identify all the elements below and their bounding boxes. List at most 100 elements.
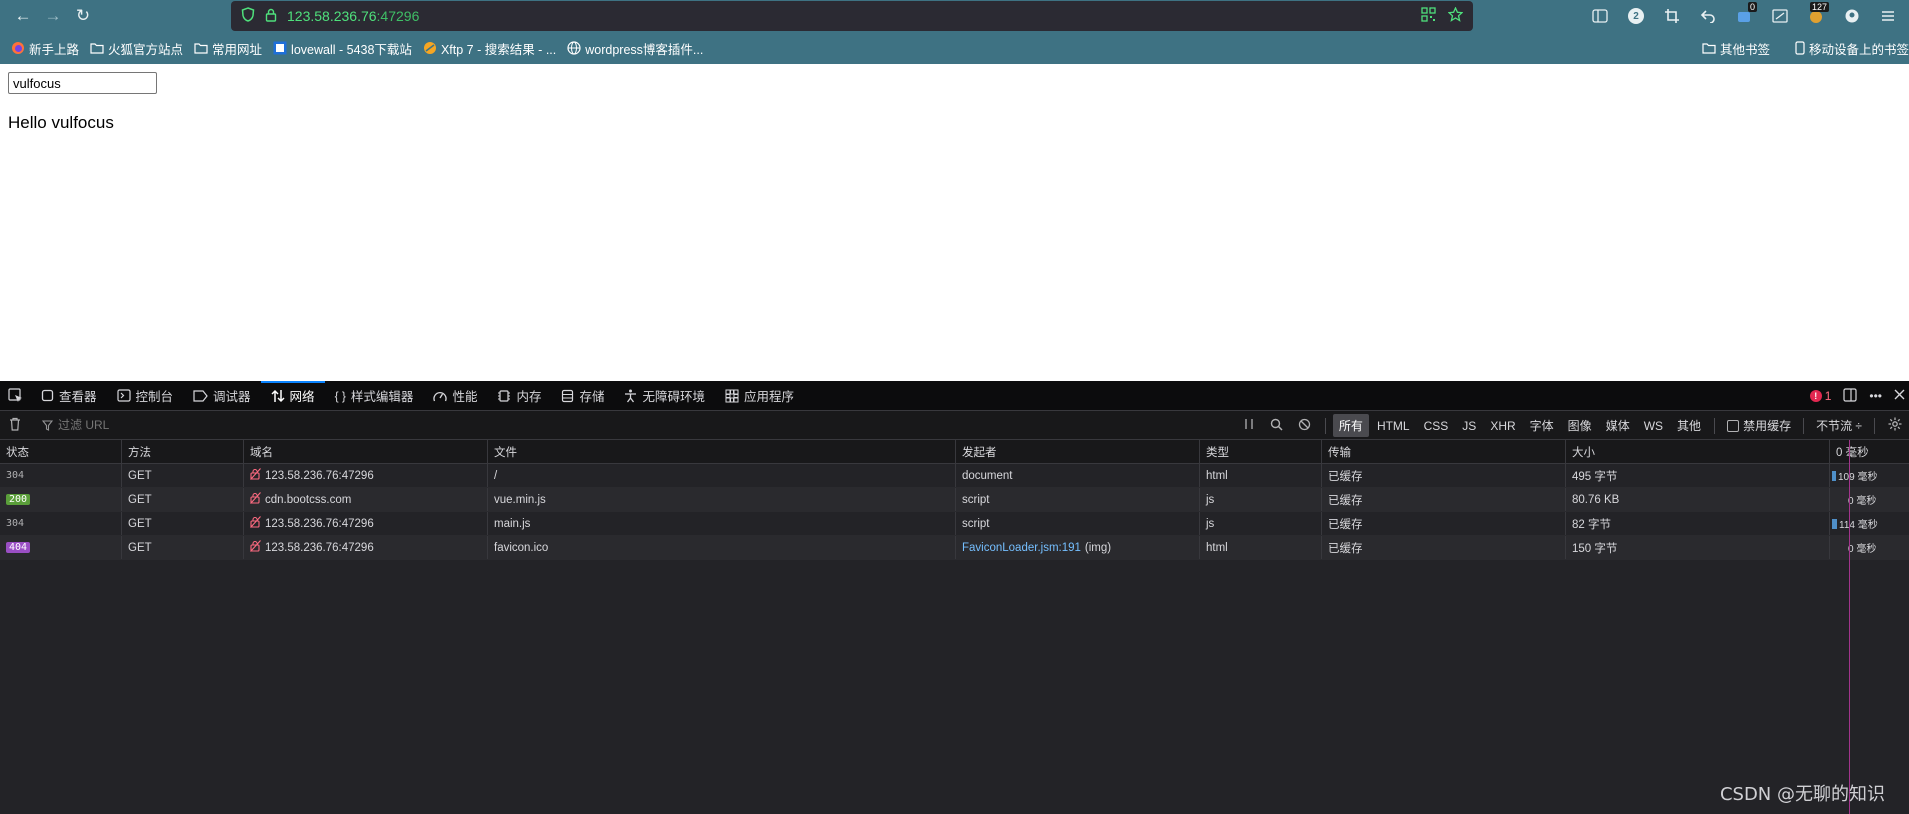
waterfall-timing-label: 0 毫秒 <box>1848 496 1877 507</box>
domain-text: 123.58.236.76:47296 <box>265 541 374 554</box>
sidebar-toggle-button[interactable] <box>1585 1 1615 31</box>
name-input[interactable] <box>8 72 157 94</box>
tab-label: 查看器 <box>59 390 97 404</box>
tab-style-editor[interactable]: { } 样式编辑器 <box>325 381 424 411</box>
other-bookmarks-folder[interactable]: 其他书签 <box>1702 39 1770 58</box>
type-filter-images[interactable]: 图像 <box>1562 414 1598 437</box>
element-picker-button[interactable] <box>0 381 31 411</box>
bookmarks-bar: 新手上路 火狐官方站点 常用网址 lovewall - 5438下载站 Xftp… <box>0 32 1909 64</box>
tab-storage[interactable]: 存储 <box>551 381 614 411</box>
cell-domain: cdn.bootcss.com <box>244 488 488 511</box>
column-header-file[interactable]: 文件 <box>488 440 956 463</box>
table-row[interactable]: 304 GET 123.58.236.76:47296 / document html 已缓… <box>0 464 1909 488</box>
tab-debugger[interactable]: 调试器 <box>183 381 261 411</box>
url-port: :47296 <box>376 8 420 24</box>
filter-url-input[interactable] <box>58 418 358 432</box>
type-filter-css[interactable]: CSS <box>1418 416 1455 436</box>
screenshot-button[interactable] <box>1765 1 1795 31</box>
table-row[interactable]: 404 GET 123.58.236.76:47296 favicon.ico Favi… <box>0 536 1909 560</box>
extension-127-button[interactable]: 127 <box>1801 1 1831 31</box>
forward-button[interactable]: → <box>38 1 68 31</box>
mobile-bookmarks-folder[interactable]: 移动设备上的书签 <box>1795 39 1909 58</box>
dock-side-icon[interactable] <box>1843 387 1857 405</box>
tab-label: 网络 <box>289 390 315 404</box>
crop-button[interactable] <box>1657 1 1687 31</box>
greeting-text: Hello vulfocus <box>8 113 114 132</box>
back-button[interactable]: ← <box>8 1 38 31</box>
type-filter-xhr[interactable]: XHR <box>1484 416 1521 436</box>
reload-button[interactable]: ↻ <box>68 1 98 31</box>
tab-application[interactable]: 应用程序 <box>715 381 804 411</box>
tab-label: 控制台 <box>135 390 174 404</box>
type-filter-other[interactable]: 其他 <box>1671 414 1707 437</box>
column-header-size[interactable]: 大小 <box>1566 440 1830 463</box>
tab-accessibility[interactable]: 无障碍环境 <box>614 381 715 411</box>
type-filter-all[interactable]: 所有 <box>1332 414 1369 437</box>
divider <box>1803 417 1805 434</box>
waterfall-timing-label: 0 毫秒 <box>1848 544 1877 555</box>
type-filter-ws[interactable]: WS <box>1638 416 1669 436</box>
navigation-bar: ← → ↻ 123.58.236.76:47296 2 0 127 <box>0 0 1909 32</box>
menu-button[interactable] <box>1873 1 1903 31</box>
tab-inspector[interactable]: 查看器 <box>31 381 107 411</box>
error-count-badge[interactable]: ! 1 <box>1809 389 1831 403</box>
cell-initiator: document <box>956 464 1200 487</box>
tab-performance[interactable]: 性能 <box>423 381 487 411</box>
insecure-connection-icon <box>250 492 261 507</box>
block-requests-icon[interactable] <box>1291 418 1319 434</box>
tab-network[interactable]: 网络 <box>260 380 325 411</box>
table-row[interactable]: 200 GET cdn.bootcss.com vue.min.js script js 已… <box>0 488 1909 512</box>
bookmark-item[interactable]: lovewall - 5438下载站 <box>273 39 412 58</box>
bookmark-folder[interactable]: 火狐官方站点 <box>90 39 183 58</box>
style-editor-icon: { } <box>334 388 346 403</box>
tab-memory[interactable]: 内存 <box>487 381 551 411</box>
type-filter-media[interactable]: 媒体 <box>1600 414 1636 437</box>
column-header-waterfall[interactable]: 0 毫秒 <box>1830 440 1909 463</box>
initiator-text: script <box>962 493 990 506</box>
initiator-link[interactable]: FaviconLoader.jsm:191 <box>962 542 1081 554</box>
element-picker-icon <box>8 388 22 402</box>
column-header-type[interactable]: 类型 <box>1200 440 1322 463</box>
bookmark-item[interactable]: 新手上路 <box>11 39 79 58</box>
network-settings-icon[interactable] <box>1881 417 1909 434</box>
cell-size: 80.76 KB <box>1566 488 1830 511</box>
filter-icon <box>42 419 53 431</box>
table-row[interactable]: 304 GET 123.58.236.76:47296 main.js script js… <box>0 512 1909 536</box>
search-icon[interactable] <box>1263 418 1291 434</box>
column-header-domain[interactable]: 域名 <box>244 440 488 463</box>
close-icon[interactable] <box>1894 389 1905 403</box>
qr-code-icon[interactable] <box>1421 6 1436 26</box>
bookmark-star-icon[interactable] <box>1447 5 1464 26</box>
cell-status: 200 <box>0 488 122 511</box>
extension-two-button[interactable]: 2 <box>1621 1 1651 31</box>
folder-icon <box>90 43 104 54</box>
lock-icon[interactable] <box>265 8 277 25</box>
network-icon <box>271 389 285 402</box>
bookmark-item[interactable]: Xftp 7 - 搜索结果 - ... <box>423 39 556 58</box>
column-header-method[interactable]: 方法 <box>122 440 244 463</box>
memory-icon <box>498 389 511 402</box>
column-header-transferred[interactable]: 传输 <box>1322 440 1566 463</box>
pause-icon[interactable] <box>1235 418 1263 433</box>
column-header-initiator[interactable]: 发起者 <box>956 440 1200 463</box>
url-bar[interactable]: 123.58.236.76:47296 <box>231 1 1473 31</box>
tracking-shield-icon[interactable] <box>241 7 255 25</box>
disable-cache-checkbox[interactable]: 禁用缓存 <box>1721 417 1797 434</box>
type-filter-fonts[interactable]: 字体 <box>1524 414 1560 437</box>
accessibility-icon <box>625 389 637 402</box>
type-filter-js[interactable]: JS <box>1456 416 1482 436</box>
bookmark-folder[interactable]: 常用网址 <box>194 39 262 58</box>
watermark-text: CSDN @无聊的知识 <box>1719 784 1885 805</box>
method-text: GET <box>128 541 152 554</box>
column-header-status[interactable]: 状态 <box>0 440 122 463</box>
undo-button[interactable] <box>1693 1 1723 31</box>
account-button[interactable] <box>1837 1 1867 31</box>
more-options-icon[interactable]: ••• <box>1869 389 1882 403</box>
tab-console[interactable]: 控制台 <box>107 381 184 411</box>
throttling-select[interactable]: 不节流 ÷ <box>1810 417 1868 434</box>
divider <box>1874 417 1875 434</box>
extension-zero-button[interactable]: 0 <box>1729 1 1759 31</box>
type-filter-html[interactable]: HTML <box>1371 416 1416 436</box>
bookmark-item[interactable]: wordpress博客插件... <box>567 39 703 58</box>
clear-requests-button[interactable] <box>0 417 30 434</box>
